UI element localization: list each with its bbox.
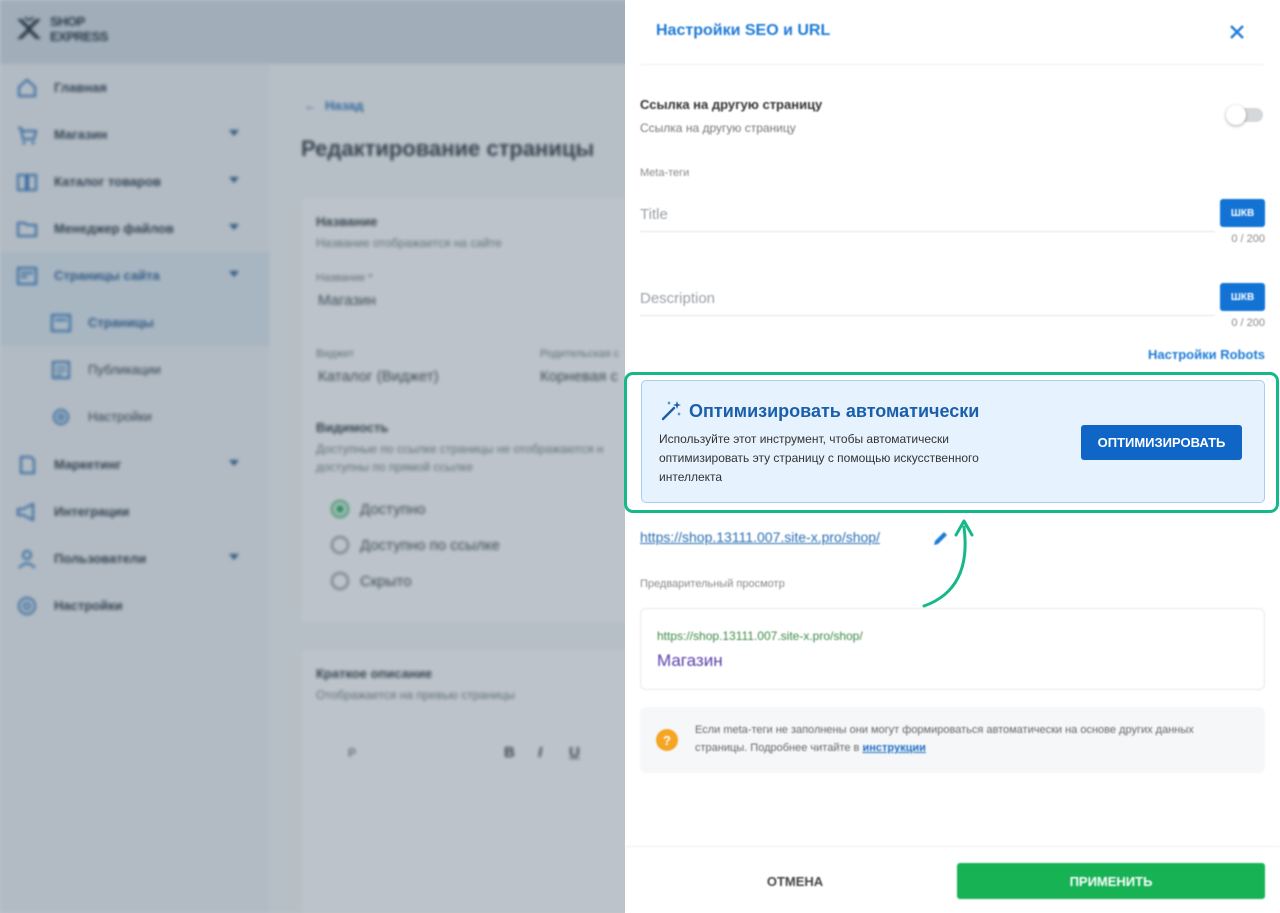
- note-text: Если meta-теги не заполнены они могут фо…: [695, 724, 1194, 754]
- preview-label: Предварительный просмотр: [640, 578, 785, 590]
- highlight-frame: [624, 372, 1279, 513]
- footer-divider: [625, 846, 1280, 847]
- instructions-link[interactable]: инструкции: [862, 742, 925, 754]
- description-counter: 0 / 200: [1231, 317, 1265, 329]
- page-url-link[interactable]: https://shop.13111.007.site-x.pro/shop/: [640, 529, 880, 545]
- link-other-subtitle: Ссылка на другую страницу: [640, 121, 796, 135]
- annotation-arrow: [922, 519, 974, 608]
- preview-url: https://shop.13111.007.site-x.pro/shop/: [657, 629, 863, 643]
- info-note: ? Если meta-теги не заполнены они могут …: [640, 707, 1265, 773]
- description-ai-button[interactable]: ШКВ: [1220, 283, 1265, 311]
- meta-description-input[interactable]: [640, 282, 1215, 316]
- meta-tags-label: Meta-теги: [640, 167, 690, 179]
- title-counter: 0 / 200: [1231, 233, 1265, 245]
- link-other-toggle[interactable]: [1226, 105, 1263, 125]
- meta-title-input[interactable]: [640, 198, 1215, 232]
- link-other-title: Ссылка на другую страницу: [640, 97, 823, 112]
- divider: [640, 64, 1265, 65]
- close-icon[interactable]: [1225, 20, 1249, 44]
- title-ai-button[interactable]: ШКВ: [1220, 199, 1265, 227]
- robots-settings-link[interactable]: Настройки Robots: [1065, 347, 1265, 362]
- cancel-button[interactable]: ОТМЕНА: [655, 863, 935, 899]
- info-icon: ?: [656, 729, 678, 751]
- drawer-title: Настройки SEO и URL: [656, 22, 831, 39]
- search-preview: https://shop.13111.007.site-x.pro/shop/ …: [640, 608, 1265, 690]
- preview-title: Магазин: [657, 651, 723, 670]
- apply-button[interactable]: ПРИМЕНИТЬ: [957, 863, 1265, 899]
